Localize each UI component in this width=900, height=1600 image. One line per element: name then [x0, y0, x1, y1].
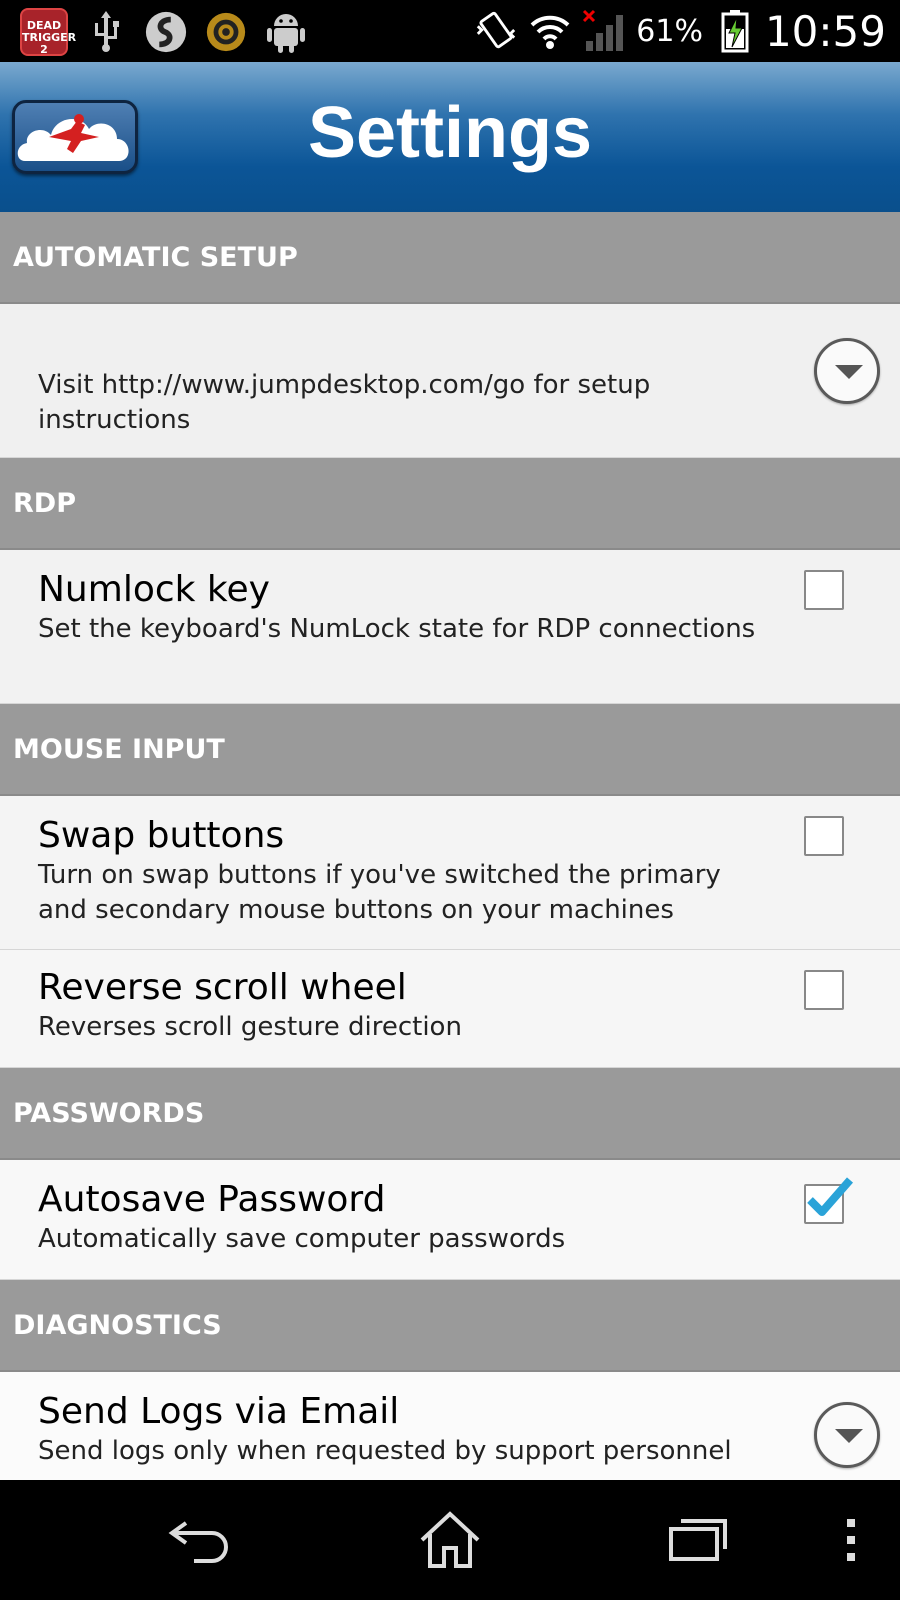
system-status: 61% 10:59 [464, 6, 886, 56]
android-icon [264, 10, 308, 54]
autosave-password-summary: Automatically save computer passwords [38, 1224, 566, 1254]
send-logs-title: Send Logs via Email [38, 1391, 400, 1432]
target-app-icon [204, 10, 248, 54]
navigation-bar [0, 1480, 900, 1600]
settings-list: AUTOMATIC SETUP Visit http://www.jumpdes… [0, 212, 900, 1480]
vibrate-icon [474, 9, 518, 53]
swap-buttons-item[interactable]: Swap buttons Turn on swap buttons if you… [0, 796, 900, 950]
dead-trigger-2-icon: DEAD TRIGGER 2 [20, 8, 76, 56]
section-header-automatic-setup: AUTOMATIC SETUP [0, 212, 900, 304]
notification-icons: DEAD TRIGGER 2 [20, 8, 324, 56]
overflow-menu-icon [847, 1519, 855, 1561]
numlock-key-title: Numlock key [38, 569, 270, 610]
usb-icon [84, 10, 128, 54]
send-logs-item[interactable]: Send Logs via Email Send logs only when … [0, 1372, 900, 1480]
numlock-key-item[interactable]: Numlock key Set the keyboard's NumLock s… [0, 550, 900, 704]
reverse-scroll-wheel-checkbox[interactable] [804, 970, 844, 1010]
section-header-mouse-input: MOUSE INPUT [0, 704, 900, 796]
section-header-diagnostics: DIAGNOSTICS [0, 1280, 900, 1372]
title-bar: Settings [0, 62, 900, 212]
autosave-password-item[interactable]: Autosave Password Automatically save com… [0, 1160, 900, 1280]
section-header-rdp: RDP [0, 458, 900, 550]
numlock-key-summary: Set the keyboard's NumLock state for RDP… [38, 614, 756, 644]
back-icon [168, 1521, 228, 1563]
reverse-scroll-wheel-item[interactable]: Reverse scroll wheel Reverses scroll ges… [0, 950, 900, 1068]
clock: 10:59 [764, 6, 886, 56]
recent-apps-icon [669, 1519, 727, 1561]
wifi-icon [528, 9, 572, 53]
automatic-setup-summary: Visit http://www.jumpdesktop.com/go for … [38, 370, 651, 435]
numlock-key-checkbox[interactable] [804, 570, 844, 610]
swap-buttons-summary: Turn on swap buttons if you've switched … [38, 860, 721, 925]
recent-apps-button[interactable] [654, 1500, 744, 1580]
send-logs-summary: Send logs only when requested by support… [38, 1436, 732, 1466]
status-bar: DEAD TRIGGER 2 61% 10:59 [0, 0, 900, 62]
swap-buttons-title: Swap buttons [38, 815, 285, 856]
reverse-scroll-wheel-summary: Reverses scroll gesture direction [38, 1012, 462, 1042]
overflow-menu-button[interactable] [806, 1500, 896, 1580]
battery-percent: 61% [636, 13, 703, 49]
autosave-password-checkbox[interactable] [804, 1177, 854, 1224]
battery-charging-icon [713, 9, 757, 53]
automatic-setup-item[interactable]: Visit http://www.jumpdesktop.com/go for … [0, 304, 900, 458]
check-icon [807, 1177, 854, 1216]
shazam-icon [144, 10, 188, 54]
automatic-setup-dropdown-icon[interactable] [814, 338, 880, 404]
autosave-password-title: Autosave Password [38, 1179, 386, 1220]
signal-no-service-icon [582, 9, 626, 53]
send-logs-dropdown-icon[interactable] [814, 1402, 880, 1468]
page-title: Settings [307, 93, 593, 173]
home-icon [420, 1511, 480, 1568]
section-header-passwords: PASSWORDS [0, 1068, 900, 1160]
home-button[interactable] [405, 1500, 495, 1580]
reverse-scroll-wheel-title: Reverse scroll wheel [38, 967, 407, 1008]
swap-buttons-checkbox[interactable] [804, 816, 844, 856]
back-button[interactable] [156, 1500, 246, 1580]
